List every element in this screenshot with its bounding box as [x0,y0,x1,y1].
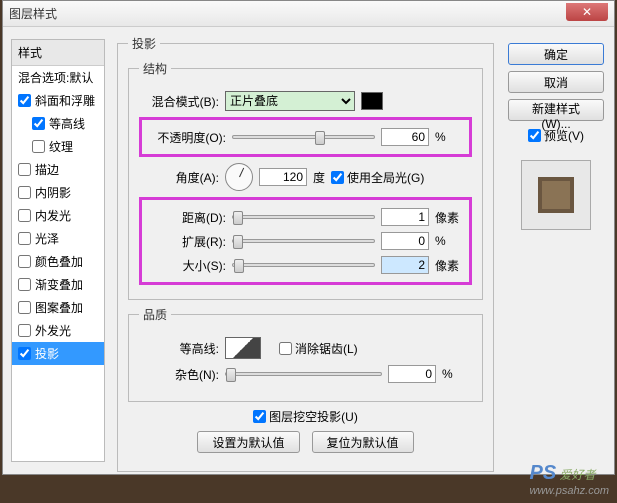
noise-slider[interactable] [225,372,382,376]
style-item[interactable]: 描边 [12,158,104,181]
contour-label: 等高线: [139,340,219,357]
style-item[interactable]: 图案叠加 [12,296,104,319]
watermark: PS 爱好者 www.psahz.com [530,462,609,497]
main-header: 投影 [128,35,160,52]
style-checkbox[interactable] [18,347,31,360]
preview-swatch [538,177,574,213]
style-item[interactable]: 渐变叠加 [12,273,104,296]
style-checkbox[interactable] [18,301,31,314]
cancel-button[interactable]: 取消 [508,71,604,93]
style-label: 描边 [35,161,59,178]
style-item[interactable]: 颜色叠加 [12,250,104,273]
new-style-button[interactable]: 新建样式(W)... [508,99,604,121]
noise-unit: % [442,367,472,381]
style-item[interactable]: 内发光 [12,204,104,227]
highlight-opacity: 不透明度(O): % [139,117,472,157]
style-label: 渐变叠加 [35,276,83,293]
noise-label: 杂色(N): [139,366,219,383]
style-item[interactable]: 投影 [12,342,104,365]
style-label: 等高线 [49,115,85,132]
style-label: 图案叠加 [35,299,83,316]
titlebar: 图层样式 ✕ [3,1,614,27]
style-item[interactable]: 内阴影 [12,181,104,204]
style-item[interactable]: 斜面和浮雕 [12,89,104,112]
distance-slider[interactable] [232,215,375,219]
style-checkbox[interactable] [18,232,31,245]
spread-unit: % [435,234,465,248]
size-input[interactable] [381,256,429,274]
style-checkbox[interactable] [18,94,31,107]
style-label: 斜面和浮雕 [35,92,95,109]
distance-input[interactable] [381,208,429,226]
spread-input[interactable] [381,232,429,250]
style-label: 内阴影 [35,184,71,201]
size-label: 大小(S): [146,257,226,274]
quality-legend: 品质 [139,306,171,323]
style-item[interactable]: 外发光 [12,319,104,342]
style-label: 外发光 [35,322,71,339]
distance-unit: 像素 [435,209,465,226]
make-default-button[interactable]: 设置为默认值 [197,431,299,453]
style-checkbox[interactable] [18,324,31,337]
opacity-input[interactable] [381,128,429,146]
quality-group: 品质 等高线: 消除锯齿(L) 杂色(N): % [128,306,483,402]
style-item[interactable]: 混合选项:默认 [12,66,104,89]
style-label: 颜色叠加 [35,253,83,270]
style-checkbox[interactable] [18,163,31,176]
style-checkbox[interactable] [18,186,31,199]
settings-panel: 投影 结构 混合模式(B): 正片叠底 不透明度(O): % [109,31,502,470]
style-checkbox[interactable] [18,255,31,268]
main-fieldset: 投影 结构 混合模式(B): 正片叠底 不透明度(O): % [117,35,494,472]
style-item[interactable]: 纹理 [12,135,104,158]
style-label: 混合选项:默认 [18,69,93,86]
preview-box [521,160,591,230]
angle-input[interactable] [259,168,307,186]
style-label: 纹理 [49,138,73,155]
ok-button[interactable]: 确定 [508,43,604,65]
styles-list: 样式 混合选项:默认斜面和浮雕等高线纹理描边内阴影内发光光泽颜色叠加渐变叠加图案… [11,39,105,462]
global-light-checkbox[interactable]: 使用全局光(G) [331,169,424,186]
blend-mode-select[interactable]: 正片叠底 [225,91,355,111]
layer-style-dialog: 图层样式 ✕ 样式 混合选项:默认斜面和浮雕等高线纹理描边内阴影内发光光泽颜色叠… [2,0,615,475]
reset-default-button[interactable]: 复位为默认值 [312,431,414,453]
highlight-distance-size: 距离(D): 像素 扩展(R): % 大小(S): [139,197,472,285]
window-title: 图层样式 [9,5,566,22]
style-label: 光泽 [35,230,59,247]
style-label: 内发光 [35,207,71,224]
style-checkbox[interactable] [32,117,45,130]
shadow-color-swatch[interactable] [361,92,383,110]
right-panel: 确定 取消 新建样式(W)... 预览(V) [502,31,610,470]
angle-dial[interactable] [225,163,253,191]
spread-slider[interactable] [232,239,375,243]
angle-unit: 度 [313,169,325,186]
angle-label: 角度(A): [139,169,219,186]
blend-mode-label: 混合模式(B): [139,93,219,110]
style-checkbox[interactable] [32,140,45,153]
style-checkbox[interactable] [18,209,31,222]
style-item[interactable]: 光泽 [12,227,104,250]
spread-label: 扩展(R): [146,233,226,250]
structure-legend: 结构 [139,60,171,77]
opacity-slider[interactable] [232,135,375,139]
style-label: 投影 [35,345,59,362]
knockout-checkbox[interactable]: 图层挖空投影(U) [253,408,358,425]
style-checkbox[interactable] [18,278,31,291]
close-button[interactable]: ✕ [566,3,608,21]
opacity-unit: % [435,130,465,144]
preview-checkbox[interactable]: 预览(V) [528,127,584,144]
size-slider[interactable] [232,263,375,267]
styles-header: 样式 [12,40,104,66]
contour-picker[interactable] [225,337,261,359]
size-unit: 像素 [435,257,465,274]
structure-group: 结构 混合模式(B): 正片叠底 不透明度(O): % [128,60,483,300]
distance-label: 距离(D): [146,209,226,226]
style-item[interactable]: 等高线 [12,112,104,135]
antialias-checkbox[interactable]: 消除锯齿(L) [279,340,358,357]
noise-input[interactable] [388,365,436,383]
opacity-label: 不透明度(O): [146,129,226,146]
